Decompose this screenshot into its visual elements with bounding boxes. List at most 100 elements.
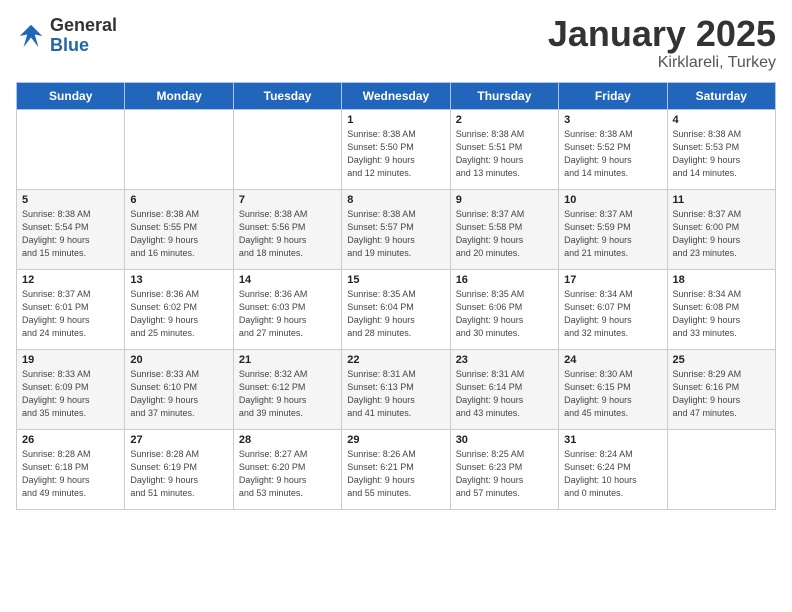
calendar-cell: 8Sunrise: 8:38 AM Sunset: 5:57 PM Daylig…: [342, 190, 450, 270]
logo-general: General: [50, 16, 117, 36]
calendar-cell: 23 Sunrise: 8:31 AM Sunset: 6:14 PM Dayli…: [450, 350, 558, 430]
calendar-cell: 28 Sunrise: 8:27 AM Sunset: 6:20 PM Dayli…: [233, 430, 341, 510]
day-number: 11: [673, 194, 770, 206]
calendar-cell: [17, 110, 125, 190]
calendar-cell: 1 Sunrise: 8:38 AM Sunset: 5:50 PM Daylig…: [342, 110, 450, 190]
day-number: 13: [130, 274, 227, 286]
cell-info: Sunrise: 8:38 AM Sunset: 5:54 PM Dayligh…: [22, 208, 119, 260]
calendar-cell: 6Sunrise: 8:38 AM Sunset: 5:55 PM Daylig…: [125, 190, 233, 270]
cell-info: Sunrise: 8:28 AM Sunset: 6:18 PM Dayligh…: [22, 448, 119, 500]
calendar-cell: 27 Sunrise: 8:28 AM Sunset: 6:19 PM Dayli…: [125, 430, 233, 510]
calendar-cell: 20Sunrise: 8:33 AM Sunset: 6:10 PM Dayli…: [125, 350, 233, 430]
cell-info: Sunrise: 8:38 AM Sunset: 5:56 PM Dayligh…: [239, 208, 336, 260]
cell-info: Sunrise: 8:34 AM Sunset: 6:07 PM Dayligh…: [564, 288, 661, 340]
day-number: 26: [22, 434, 119, 446]
cell-info: Sunrise: 8:33 AM Sunset: 6:10 PM Dayligh…: [130, 368, 227, 420]
logo-text: General Blue: [50, 16, 117, 56]
logo-bird-icon: [16, 21, 46, 51]
calendar-cell: 25 Sunrise: 8:29 AM Sunset: 6:16 PM Dayli…: [667, 350, 775, 430]
calendar-cell: [667, 430, 775, 510]
calendar-cell: 13 Sunrise: 8:36 AM Sunset: 6:02 PM Dayli…: [125, 270, 233, 350]
day-number: 17: [564, 274, 661, 286]
day-number: 16: [456, 274, 553, 286]
day-number: 12: [22, 274, 119, 286]
weekday-header-wednesday: Wednesday: [342, 83, 450, 110]
cell-info: Sunrise: 8:33 AM Sunset: 6:09 PM Dayligh…: [22, 368, 119, 420]
day-number: 14: [239, 274, 336, 286]
calendar-week-row: 19 Sunrise: 8:33 AM Sunset: 6:09 PM Dayli…: [17, 350, 776, 430]
cell-info: Sunrise: 8:31 AM Sunset: 6:14 PM Dayligh…: [456, 368, 553, 420]
weekday-header-thursday: Thursday: [450, 83, 558, 110]
day-number: 28: [239, 434, 336, 446]
weekday-header-tuesday: Tuesday: [233, 83, 341, 110]
calendar-cell: 15Sunrise: 8:35 AM Sunset: 6:04 PM Dayli…: [342, 270, 450, 350]
day-number: 10: [564, 194, 661, 206]
cell-info: Sunrise: 8:27 AM Sunset: 6:20 PM Dayligh…: [239, 448, 336, 500]
calendar-cell: 24 Sunrise: 8:30 AM Sunset: 6:15 PM Dayli…: [559, 350, 667, 430]
day-number: 19: [22, 354, 119, 366]
cell-info: Sunrise: 8:37 AM Sunset: 6:00 PM Dayligh…: [673, 208, 770, 260]
calendar-week-row: 26 Sunrise: 8:28 AM Sunset: 6:18 PM Dayli…: [17, 430, 776, 510]
day-number: 6: [130, 194, 227, 206]
day-number: 4: [673, 114, 770, 126]
day-number: 22: [347, 354, 444, 366]
logo-blue: Blue: [50, 36, 117, 56]
day-number: 25: [673, 354, 770, 366]
calendar-cell: 31 Sunrise: 8:24 AM Sunset: 6:24 PM Dayli…: [559, 430, 667, 510]
cell-info: Sunrise: 8:37 AM Sunset: 5:58 PM Dayligh…: [456, 208, 553, 260]
cell-info: Sunrise: 8:31 AM Sunset: 6:13 PM Dayligh…: [347, 368, 444, 420]
day-number: 23: [456, 354, 553, 366]
title-block: January 2025 Kirklareli, Turkey: [548, 16, 776, 72]
weekday-header-saturday: Saturday: [667, 83, 775, 110]
cell-info: Sunrise: 8:26 AM Sunset: 6:21 PM Dayligh…: [347, 448, 444, 500]
calendar-week-row: 12Sunrise: 8:37 AM Sunset: 6:01 PM Dayli…: [17, 270, 776, 350]
calendar-cell: [233, 110, 341, 190]
calendar-cell: 21 Sunrise: 8:32 AM Sunset: 6:12 PM Dayli…: [233, 350, 341, 430]
calendar-cell: 26 Sunrise: 8:28 AM Sunset: 6:18 PM Dayli…: [17, 430, 125, 510]
cell-info: Sunrise: 8:38 AM Sunset: 5:52 PM Dayligh…: [564, 128, 661, 180]
day-number: 21: [239, 354, 336, 366]
logo: General Blue: [16, 16, 117, 56]
cell-info: Sunrise: 8:38 AM Sunset: 5:50 PM Dayligh…: [347, 128, 444, 180]
day-number: 7: [239, 194, 336, 206]
calendar-cell: 29 Sunrise: 8:26 AM Sunset: 6:21 PM Dayli…: [342, 430, 450, 510]
calendar-cell: 12Sunrise: 8:37 AM Sunset: 6:01 PM Dayli…: [17, 270, 125, 350]
calendar-week-row: 5 Sunrise: 8:38 AM Sunset: 5:54 PM Daylig…: [17, 190, 776, 270]
calendar-cell: 2Sunrise: 8:38 AM Sunset: 5:51 PM Daylig…: [450, 110, 558, 190]
day-number: 24: [564, 354, 661, 366]
calendar-cell: 3 Sunrise: 8:38 AM Sunset: 5:52 PM Daylig…: [559, 110, 667, 190]
cell-info: Sunrise: 8:25 AM Sunset: 6:23 PM Dayligh…: [456, 448, 553, 500]
cell-info: Sunrise: 8:30 AM Sunset: 6:15 PM Dayligh…: [564, 368, 661, 420]
calendar-table: SundayMondayTuesdayWednesdayThursdayFrid…: [16, 82, 776, 510]
calendar-cell: 10 Sunrise: 8:37 AM Sunset: 5:59 PM Dayli…: [559, 190, 667, 270]
day-number: 30: [456, 434, 553, 446]
calendar-cell: 11 Sunrise: 8:37 AM Sunset: 6:00 PM Dayli…: [667, 190, 775, 270]
cell-info: Sunrise: 8:32 AM Sunset: 6:12 PM Dayligh…: [239, 368, 336, 420]
weekday-header-monday: Monday: [125, 83, 233, 110]
cell-info: Sunrise: 8:36 AM Sunset: 6:03 PM Dayligh…: [239, 288, 336, 340]
weekday-header-row: SundayMondayTuesdayWednesdayThursdayFrid…: [17, 83, 776, 110]
day-number: 31: [564, 434, 661, 446]
calendar-cell: 16Sunrise: 8:35 AM Sunset: 6:06 PM Dayli…: [450, 270, 558, 350]
calendar-cell: 7 Sunrise: 8:38 AM Sunset: 5:56 PM Daylig…: [233, 190, 341, 270]
day-number: 15: [347, 274, 444, 286]
cell-info: Sunrise: 8:29 AM Sunset: 6:16 PM Dayligh…: [673, 368, 770, 420]
calendar-cell: 4 Sunrise: 8:38 AM Sunset: 5:53 PM Daylig…: [667, 110, 775, 190]
cell-info: Sunrise: 8:37 AM Sunset: 5:59 PM Dayligh…: [564, 208, 661, 260]
calendar-cell: 17 Sunrise: 8:34 AM Sunset: 6:07 PM Dayli…: [559, 270, 667, 350]
cell-info: Sunrise: 8:36 AM Sunset: 6:02 PM Dayligh…: [130, 288, 227, 340]
cell-info: Sunrise: 8:34 AM Sunset: 6:08 PM Dayligh…: [673, 288, 770, 340]
calendar-cell: 30 Sunrise: 8:25 AM Sunset: 6:23 PM Dayli…: [450, 430, 558, 510]
day-number: 5: [22, 194, 119, 206]
cell-info: Sunrise: 8:38 AM Sunset: 5:53 PM Dayligh…: [673, 128, 770, 180]
weekday-header-friday: Friday: [559, 83, 667, 110]
cell-info: Sunrise: 8:38 AM Sunset: 5:57 PM Dayligh…: [347, 208, 444, 260]
cell-info: Sunrise: 8:24 AM Sunset: 6:24 PM Dayligh…: [564, 448, 661, 500]
day-number: 27: [130, 434, 227, 446]
day-number: 3: [564, 114, 661, 126]
cell-info: Sunrise: 8:28 AM Sunset: 6:19 PM Dayligh…: [130, 448, 227, 500]
day-number: 2: [456, 114, 553, 126]
calendar-cell: 19 Sunrise: 8:33 AM Sunset: 6:09 PM Dayli…: [17, 350, 125, 430]
day-number: 1: [347, 114, 444, 126]
day-number: 29: [347, 434, 444, 446]
